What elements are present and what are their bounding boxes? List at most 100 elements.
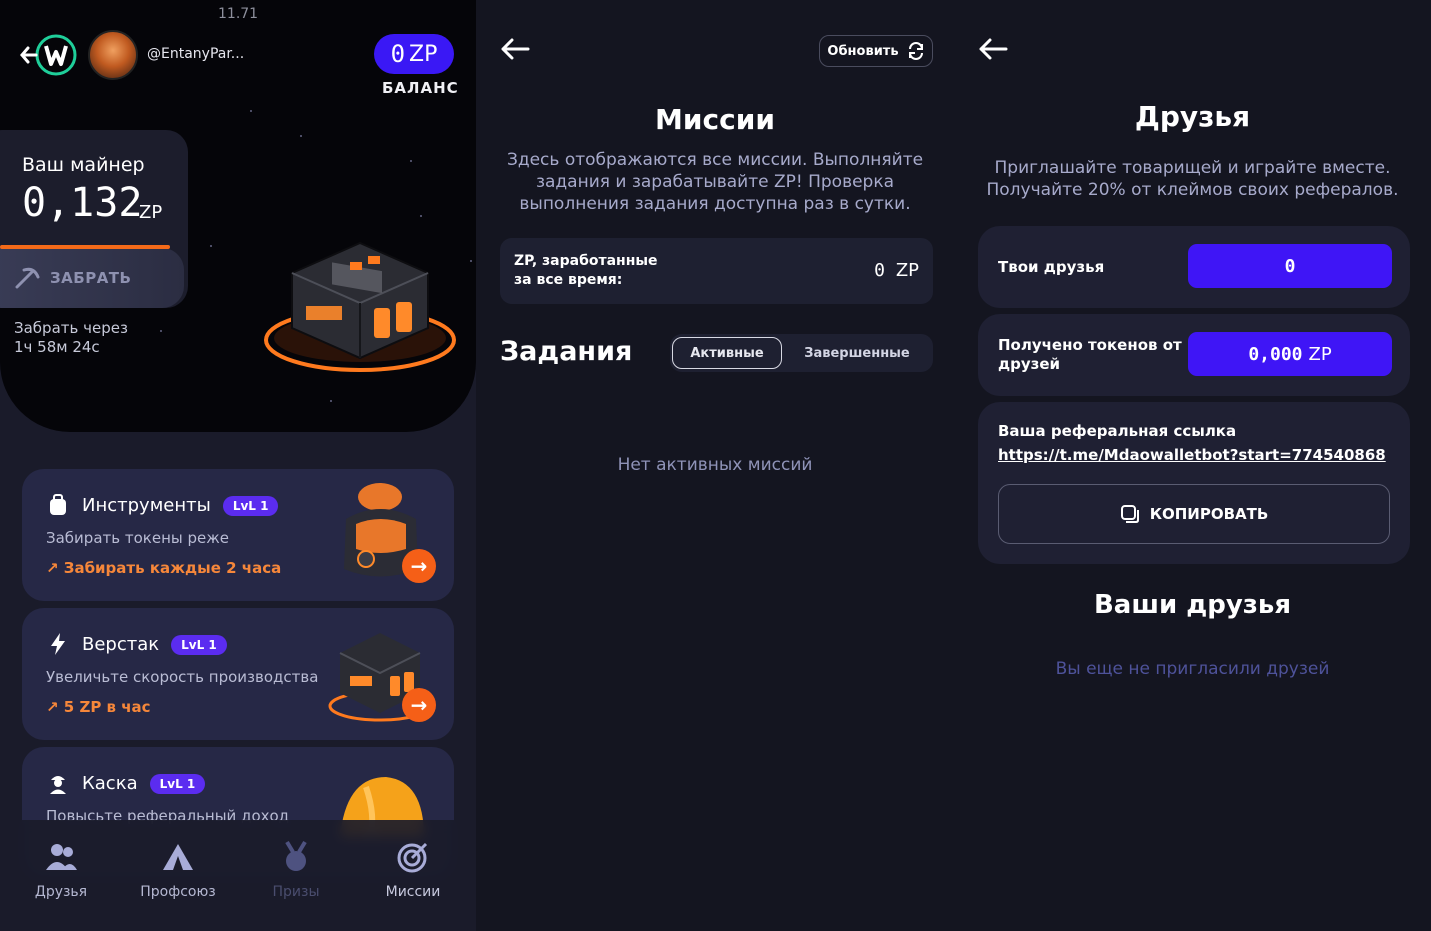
claim-label: ЗАБРАТЬ [50,269,132,287]
claim-timer-label: Забрать через [14,319,128,337]
subtitle-line: выполнения задания доступна раз в сутки. [519,194,911,214]
your-friends-title: Ваши друзья [1093,590,1292,620]
upgrade-desc: Увеличьте скорость производства [46,668,319,686]
referral-card: Ваша реферальная ссылка https://t.me/Mda… [978,402,1410,564]
lightning-icon [51,633,65,655]
tab-active[interactable]: Активные [672,337,782,369]
tokens-label-line: Получено токенов от [998,336,1182,354]
balance-pill[interactable]: 0 ZP [374,34,454,74]
upgrade-title: Верстак LvL 1 [82,634,227,655]
back-arrow-icon[interactable] [978,36,1008,62]
claim-timer-value: 1ч 58м 24с [14,338,100,356]
tokens-number: 0,000 [1248,343,1303,365]
upgrade-card-tools[interactable]: Инструменты LvL 1 Забирать токены реже ↗ … [22,469,454,601]
earned-label-line: за все время: [514,272,623,288]
medal-icon [285,840,307,871]
upgrade-desc: Забирать токены реже [46,529,229,547]
subtitle-line: Получайте 20% от клеймов своих рефералов… [986,180,1399,200]
earned-number: 0 [874,260,885,281]
upgrade-name: Верстак [82,634,160,655]
earned-unit: ZP [895,260,919,281]
level-badge: LvL 1 [222,495,279,516]
earned-label: ZP, заработанные за все время: [514,252,658,290]
upgrade-title: Инструменты LvL 1 [82,495,279,516]
arrow-right-icon[interactable]: → [402,549,436,583]
nav-item-prizes[interactable]: Призы [246,840,346,900]
level-badge: LvL 1 [149,773,206,794]
friends-count-card: Твои друзья 0 [978,226,1410,308]
backpack-icon [50,494,66,515]
copy-button[interactable]: КОПИРОВАТЬ [998,484,1390,544]
status-time: 11.71 [218,6,259,22]
back-logo-icon[interactable] [20,32,80,78]
back-arrow-icon[interactable] [500,36,530,62]
avatar[interactable] [88,30,138,80]
refresh-icon [908,42,923,60]
balance-label: БАЛАНС [382,79,459,97]
miner-machine-image [264,241,456,372]
tokens-label: Получено токенов от друзей [998,336,1182,374]
referral-label: Ваша реферальная ссылка [998,422,1237,440]
tasks-tabs: Активные Завершенные [670,334,933,372]
page-subtitle: Приглашайте товарищей и играйте вместе. … [954,157,1431,201]
subtitle-line: Здесь отображаются все миссии. Выполняйт… [506,150,924,170]
subtitle-line: задания и зарабатывайте ZP! Проверка [535,172,895,192]
tab-completed[interactable]: Завершенные [794,337,920,369]
empty-friends: Вы еще не пригласили друзей [1055,659,1330,679]
earned-card: ZP, заработанные за все время: 0 ZP [500,238,933,304]
tokens-value: 0,000 ZP [1188,332,1392,376]
nav-label: Миссии [385,884,441,900]
tent-icon [163,844,193,870]
nav-label: Друзья [34,884,88,900]
nav-label: Призы [272,884,320,900]
target-icon [397,842,428,873]
page-title: Друзья [1134,100,1251,133]
worker-icon [50,776,66,794]
page-subtitle: Здесь отображаются все миссии. Выполняйт… [476,149,954,215]
hero-section: 11.71 @EntanyPar... 0 ZP БАЛАНС Ваш майне… [0,0,476,432]
claim-button[interactable]: ЗАБРАТЬ [0,248,184,308]
claim-timer: Забрать через 1ч 58м 24с [14,319,128,357]
refresh-button[interactable]: Обновить [819,35,933,67]
upgrade-bonus: ↗ 5 ZP в час [46,698,151,716]
miner-unit: ZP [139,202,163,223]
upgrade-title: Каска LvL 1 [82,773,206,794]
balance-unit: ZP [409,41,438,67]
tasks-title: Задания [500,336,633,367]
referral-link[interactable]: https://t.me/Mdaowalletbot?start=7745408… [998,446,1386,464]
friends-count-label: Твои друзья [998,258,1105,276]
nav-label: Профсоюз [140,884,216,900]
friends-count-number: 0 [1284,255,1296,277]
copy-label: КОПИРОВАТЬ [1149,505,1269,523]
nav-item-friends[interactable]: Друзья [11,840,111,900]
subtitle-line: Приглашайте товарищей и играйте вместе. [994,158,1391,178]
copy-icon [1120,505,1139,523]
upgrade-card-workbench[interactable]: Верстак LvL 1 Увеличьте скорость производ… [22,608,454,740]
claim-progress [0,245,170,249]
missions-screen: Обновить Миссии Здесь отображаются все м… [476,0,954,931]
earned-label-line: ZP, заработанные [514,253,658,269]
nav-item-union[interactable]: Профсоюз [128,840,228,900]
nav-item-missions[interactable]: Миссии [363,840,463,900]
page-title: Миссии [655,103,775,136]
level-badge: LvL 1 [171,634,227,655]
pickaxe-icon [15,267,40,289]
friends-screen: Друзья Приглашайте товарищей и играйте в… [954,0,1431,931]
miner-value: 0,132 [22,180,143,226]
tokens-card: Получено токенов от друзей 0,000 ZP [978,314,1410,396]
arrow-right-icon[interactable]: → [402,688,436,722]
earned-value: 0 ZP [874,260,919,281]
empty-missions: Нет активных миссий [617,455,813,475]
bottom-nav: Друзья Профсоюз Призы Миссии [0,820,476,931]
upgrade-name: Каска [82,773,138,794]
friends-count-value: 0 [1188,244,1392,288]
upgrade-bonus: ↗ Забирать каждые 2 часа [46,559,282,577]
tokens-label-line: друзей [998,355,1061,373]
mining-screen: 11.71 @EntanyPar... 0 ZP БАЛАНС Ваш майне… [0,0,476,931]
refresh-label: Обновить [827,43,899,59]
tokens-unit: ZP [1308,343,1332,365]
miner-title: Ваш майнер [22,154,145,176]
friends-icon [46,844,77,870]
balance-value: 0 [390,40,406,68]
username: @EntanyPar... [147,46,245,62]
